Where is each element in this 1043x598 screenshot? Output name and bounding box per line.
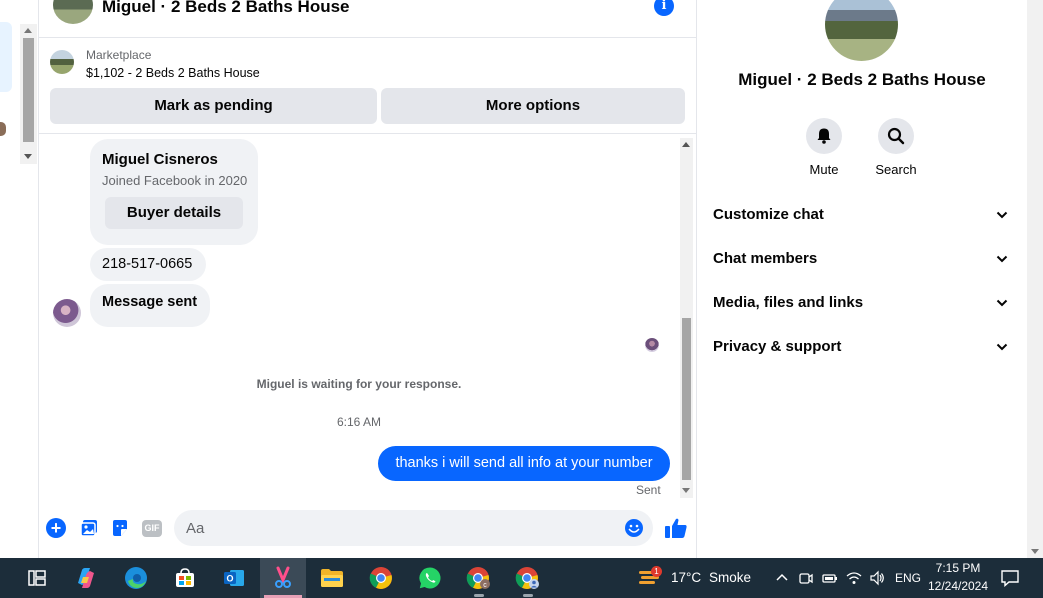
mute-icon-circle[interactable] — [806, 118, 842, 154]
chat-panel: Miguel · 2 Beds 2 Baths House i Marketpl… — [38, 0, 697, 558]
file-explorer-icon[interactable] — [309, 558, 355, 598]
chevron-down-icon — [996, 255, 1008, 263]
chrome-profile-c-icon[interactable]: c — [456, 558, 502, 598]
left-sidebar-strip — [0, 0, 20, 558]
scroll-up-arrow-icon[interactable] — [24, 28, 32, 33]
emoji-icon[interactable] — [624, 518, 644, 538]
message-composer: + GIF — [39, 508, 697, 548]
chevron-down-icon — [996, 299, 1008, 307]
weather-description[interactable]: Smoke — [709, 558, 751, 598]
customize-chat-label: Customize chat — [713, 206, 824, 223]
scrollbar-thumb[interactable] — [23, 38, 34, 142]
clock-date[interactable]: 12/24/2024 — [922, 579, 994, 593]
whatsapp-icon[interactable] — [407, 558, 453, 598]
weather-temperature[interactable]: 17°C — [671, 558, 701, 598]
chat-scrollbar-thumb[interactable] — [682, 318, 691, 480]
svg-text:c: c — [483, 582, 487, 589]
mute-label: Mute — [809, 162, 839, 177]
plus-icon[interactable]: + — [46, 518, 66, 538]
sender-avatar[interactable] — [53, 299, 81, 327]
chat-title[interactable]: Miguel · 2 Beds 2 Baths House — [102, 0, 350, 17]
page-scrollbar[interactable] — [1027, 0, 1043, 558]
buyer-details-button[interactable]: Buyer details — [105, 197, 243, 229]
chat-members-row[interactable]: Chat members — [713, 247, 1013, 271]
page-scroll-down-icon[interactable] — [1031, 549, 1039, 554]
chat-scrollbar[interactable] — [680, 138, 693, 498]
copilot-icon[interactable] — [63, 558, 109, 598]
left-selected-tab[interactable] — [0, 22, 12, 92]
buyer-profile-card: Miguel Cisneros Joined Facebook in 2020 … — [90, 139, 258, 245]
wifi-icon[interactable] — [846, 570, 862, 586]
notification-center-icon[interactable] — [1000, 569, 1020, 587]
media-files-links-label: Media, files and links — [713, 294, 864, 311]
input-language[interactable]: ENG — [895, 558, 921, 598]
snipping-tool-icon[interactable] — [260, 558, 306, 598]
chat-scroll-up-icon[interactable] — [682, 142, 690, 147]
marketplace-listing: Marketplace $1,102 - 2 Beds 2 Baths Hous… — [39, 38, 697, 134]
search-button[interactable]: Search — [866, 118, 926, 177]
privacy-support-row[interactable]: Privacy & support — [713, 335, 1013, 359]
weather-alert-badge: 1 — [651, 566, 662, 577]
more-options-button[interactable]: More options — [381, 88, 685, 124]
waiting-notice: Miguel is waiting for your response. — [256, 377, 462, 391]
search-label: Search — [875, 162, 917, 177]
message-input[interactable] — [174, 510, 653, 546]
meet-camera-icon[interactable] — [798, 570, 814, 586]
sticker-icon[interactable] — [110, 518, 130, 538]
conversation-avatar[interactable] — [825, 0, 898, 61]
message-list: Miguel Cisneros Joined Facebook in 2020 … — [39, 135, 679, 500]
search-icon-circle[interactable] — [878, 118, 914, 154]
info-icon[interactable]: i — [654, 0, 674, 16]
gif-icon[interactable]: GIF — [142, 520, 162, 537]
bell-icon — [817, 128, 831, 144]
chat-header: Miguel · 2 Beds 2 Baths House i — [39, 0, 697, 38]
edge-browser-icon[interactable] — [113, 558, 159, 598]
task-view-icon[interactable] — [14, 558, 60, 598]
thumbs-up-icon[interactable] — [664, 517, 688, 539]
message-bubble-sent-notice[interactable]: Message sent — [90, 284, 210, 327]
windows-taskbar: O c 1 17°C Smoke ENG 7:15 PM 12/24/2024 — [0, 558, 1043, 598]
buyer-name: Miguel Cisneros — [102, 151, 218, 168]
conversation-details-panel: Miguel · 2 Beds 2 Baths House Mute Searc… — [697, 0, 1027, 558]
partial-avatar-icon[interactable] — [0, 122, 6, 136]
seen-indicator-avatar — [645, 338, 659, 352]
buyer-joined-text: Joined Facebook in 2020 — [102, 173, 248, 188]
clock-time[interactable]: 7:15 PM — [928, 561, 988, 575]
mark-as-pending-button[interactable]: Mark as pending — [50, 88, 377, 124]
chrome-icon[interactable] — [358, 558, 404, 598]
photo-icon[interactable] — [79, 518, 99, 538]
outlook-icon[interactable]: O — [211, 558, 257, 598]
message-bubble-phone[interactable]: 218-517-0665 — [90, 248, 206, 281]
privacy-support-label: Privacy & support — [713, 338, 842, 355]
listing-source-label: Marketplace — [86, 48, 152, 62]
conversation-title: Miguel · 2 Beds 2 Baths House — [738, 70, 986, 89]
message-status: Sent — [636, 483, 661, 497]
customize-chat-row[interactable]: Customize chat — [713, 203, 1013, 227]
chevron-up-icon[interactable] — [774, 570, 790, 586]
scroll-down-arrow-icon[interactable] — [24, 154, 32, 159]
chat-members-label: Chat members — [713, 250, 818, 267]
mute-button[interactable]: Mute — [794, 118, 854, 177]
chat-avatar[interactable] — [53, 0, 93, 24]
battery-icon[interactable] — [822, 570, 838, 586]
outer-scrollbar[interactable] — [20, 24, 37, 164]
chat-scroll-down-icon[interactable] — [682, 488, 690, 493]
search-icon — [887, 127, 905, 145]
svg-text:O: O — [226, 574, 233, 584]
app-window: Miguel · 2 Beds 2 Baths House i Marketpl… — [0, 0, 1043, 598]
chevron-down-icon — [996, 211, 1008, 219]
volume-icon[interactable] — [869, 570, 885, 586]
chrome-profile-user-icon[interactable] — [505, 558, 551, 598]
chevron-down-icon — [996, 343, 1008, 351]
outgoing-message-bubble[interactable]: thanks i will send all info at your numb… — [378, 446, 670, 481]
microsoft-store-icon[interactable] — [162, 558, 208, 598]
media-files-links-row[interactable]: Media, files and links — [713, 291, 1013, 315]
listing-summary[interactable]: $1,102 - 2 Beds 2 Baths House — [86, 66, 260, 80]
listing-thumbnail[interactable] — [50, 50, 74, 74]
message-timestamp: 6:16 AM — [336, 415, 382, 429]
